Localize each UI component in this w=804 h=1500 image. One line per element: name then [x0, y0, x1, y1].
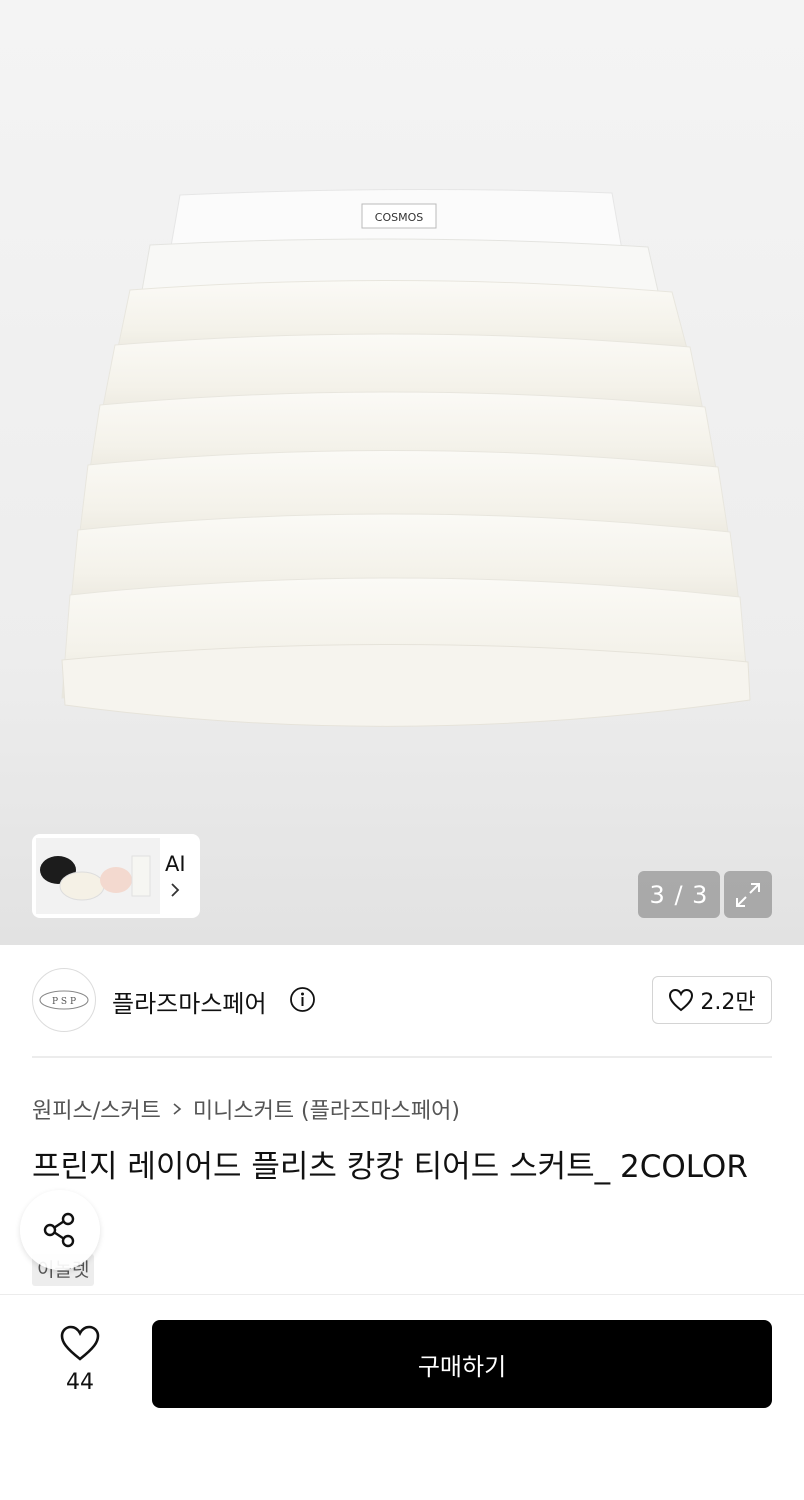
product-title: 프린지 레이어드 플리츠 캉캉 티어드 스커트_ 2COLOR: [32, 1149, 748, 1185]
wishlist-button[interactable]: 44: [44, 1324, 116, 1395]
brand-label-text: COSMOS: [375, 211, 423, 224]
wishlist-count: 44: [66, 1370, 94, 1395]
brand-like-button[interactable]: 2.2만: [652, 976, 772, 1024]
breadcrumb-category[interactable]: 원피스/스커트: [32, 1093, 161, 1125]
share-button[interactable]: [20, 1190, 100, 1270]
chevron-right-icon: [173, 1103, 182, 1115]
chevron-right-icon: [171, 883, 180, 897]
share-icon: [43, 1212, 75, 1248]
product-photo-skirt: COSMOS: [61, 188, 751, 727]
svg-text:P S P: P S P: [52, 997, 76, 1007]
divider: [32, 1056, 772, 1058]
brand-logo-icon: P S P: [39, 990, 89, 1010]
heart-icon: [60, 1325, 100, 1361]
breadcrumb-subcategory[interactable]: 미니스커트 (플라즈마스페어): [193, 1093, 460, 1125]
buy-button[interactable]: 구매하기: [152, 1320, 772, 1408]
seller-name[interactable]: 플라즈마스페어: [112, 984, 267, 1019]
image-counter: 3 / 3: [638, 871, 720, 918]
thumbnail-image: [36, 838, 160, 914]
ai-label: AI: [165, 852, 186, 876]
heart-icon: [669, 988, 694, 1012]
info-icon[interactable]: [289, 986, 316, 1013]
product-image-gallery[interactable]: COSMOS AI 3 / 3: [0, 0, 804, 945]
ai-similar-items-card[interactable]: [32, 834, 200, 918]
breadcrumb: 원피스/스커트 미니스커트 (플라즈마스페어): [32, 1093, 460, 1125]
expand-button[interactable]: [724, 871, 772, 918]
brand-logo[interactable]: P S P: [32, 968, 96, 1032]
brand-like-count: 2.2만: [700, 990, 756, 1015]
expand-icon: [736, 882, 760, 907]
